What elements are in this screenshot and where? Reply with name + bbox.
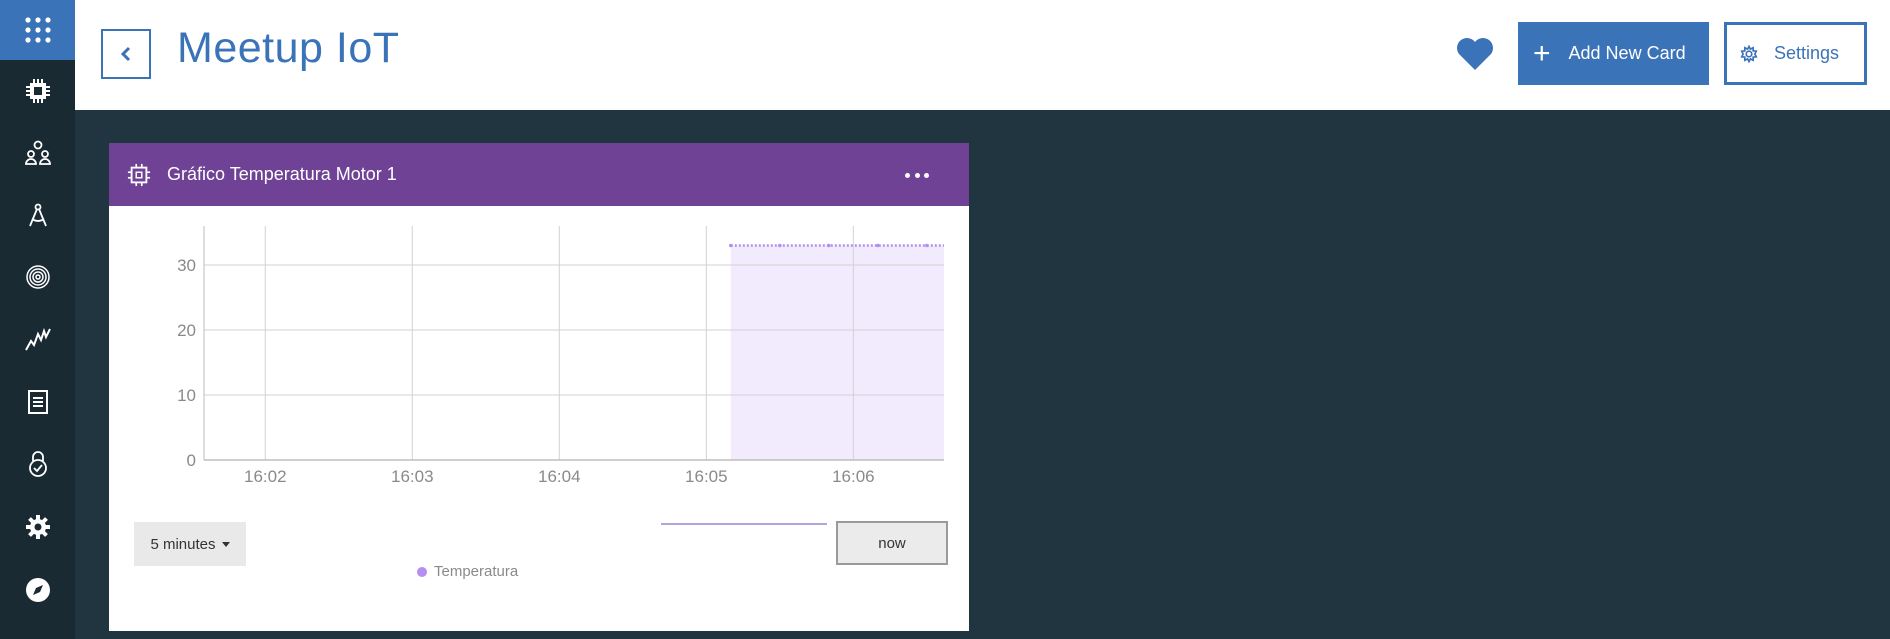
data-point — [876, 243, 880, 248]
page-title: Meetup IoT — [177, 24, 400, 72]
y-tick-label: 20 — [177, 321, 196, 340]
time-range-dropdown[interactable]: 5 minutes — [134, 522, 246, 566]
compass-draw-icon — [28, 203, 47, 227]
rail-rules[interactable] — [0, 195, 75, 235]
plus-icon: + — [1533, 36, 1551, 70]
rail-analytics[interactable] — [0, 319, 75, 359]
rail-settings[interactable] — [0, 507, 75, 547]
security-icon — [28, 451, 47, 477]
add-new-card-label: Add New Card — [1568, 43, 1686, 63]
y-tick-label: 30 — [177, 256, 196, 275]
add-new-card-button[interactable]: + Add New Card — [1518, 22, 1709, 85]
side-navigation — [0, 0, 75, 639]
x-tick-label: 16:05 — [685, 467, 728, 486]
series-area — [730, 245, 944, 460]
temperature-chart: 0 10 20 30 16:02 16:03 16:04 16:05 16:06 — [177, 226, 944, 486]
card-header: Gráfico Temperatura Motor 1 — [109, 143, 969, 206]
data-point — [827, 243, 831, 248]
rail-devices[interactable] — [0, 71, 75, 111]
fingerprint-icon — [25, 265, 50, 289]
heart-icon — [1457, 38, 1493, 70]
explore-icon — [25, 578, 50, 602]
x-tick-label: 16:02 — [244, 467, 287, 486]
apps-icon — [24, 17, 51, 43]
chip-icon — [127, 163, 151, 186]
card-overflow-menu-icon[interactable] — [905, 165, 929, 185]
document-icon — [27, 390, 48, 414]
card-title: Gráfico Temperatura Motor 1 — [167, 164, 397, 184]
rail-access[interactable] — [0, 444, 75, 484]
legend-swatch — [417, 566, 427, 577]
rail-explore[interactable] — [0, 570, 75, 610]
chevron-left-icon — [120, 46, 131, 62]
x-tick-label: 16:04 — [538, 467, 581, 486]
time-slider[interactable] — [661, 523, 827, 525]
analytics-icon — [24, 327, 51, 351]
apps-menu-button[interactable] — [0, 0, 75, 60]
rail-members[interactable] — [0, 133, 75, 173]
gear-icon — [1740, 44, 1758, 63]
chart-card: Gráfico Temperatura Motor 1 0 10 20 30 16:02… — [109, 143, 969, 631]
x-tick-label: 16:03 — [391, 467, 434, 486]
gear-icon — [25, 515, 50, 539]
caret-down-icon — [221, 541, 230, 547]
time-range-label: 5 minutes — [150, 535, 216, 553]
rail-security[interactable] — [0, 257, 75, 297]
data-point — [729, 243, 733, 248]
members-icon — [24, 140, 51, 165]
data-point — [925, 243, 929, 248]
y-tick-label: 0 — [187, 451, 196, 470]
chip-icon — [25, 79, 50, 103]
settings-label: Settings — [1774, 43, 1840, 63]
back-button[interactable] — [101, 29, 151, 79]
data-point — [778, 243, 782, 248]
chart-legend[interactable]: Temperatura — [417, 563, 518, 580]
rail-documents[interactable] — [0, 382, 75, 422]
now-button[interactable]: now — [836, 521, 948, 565]
y-tick-label: 10 — [177, 386, 196, 405]
legend-label: Temperatura — [434, 563, 519, 580]
settings-button[interactable]: Settings — [1724, 22, 1867, 85]
x-tick-label: 16:06 — [832, 467, 875, 486]
favorite-button[interactable] — [1455, 36, 1495, 72]
